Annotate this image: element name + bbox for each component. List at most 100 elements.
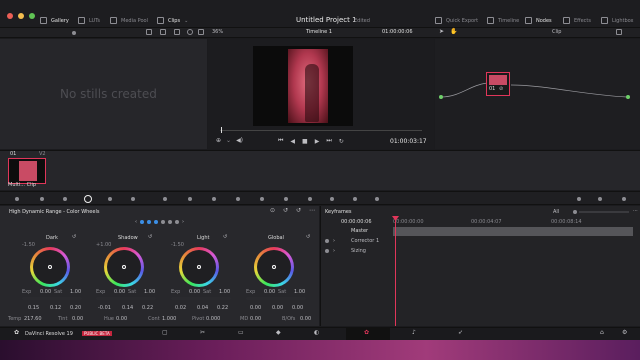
primaries-icon[interactable] <box>63 197 67 201</box>
keyframe-toggle-icon[interactable] <box>325 239 329 243</box>
home-icon[interactable]: ⌂ <box>600 329 604 336</box>
keyframe-row-master[interactable]: Master <box>351 228 368 234</box>
rgb-mixer-icon[interactable] <box>108 197 112 201</box>
sort-icon[interactable] <box>174 29 180 35</box>
wheel-global-reset-icon[interactable]: ↺ <box>306 234 310 240</box>
search-icon[interactable] <box>187 29 193 35</box>
md-value[interactable]: 0.00 <box>250 316 261 322</box>
keyframe-row-corrector-1[interactable]: Corrector 1 <box>351 238 379 244</box>
maximize-window-icon[interactable] <box>29 13 36 19</box>
viewer-mode-icon[interactable] <box>198 29 204 35</box>
lightbox-button[interactable]: Lightbox <box>612 18 634 24</box>
tint-value[interactable]: 0.00 <box>72 316 83 322</box>
playhead-marker[interactable] <box>221 127 222 133</box>
hue-value[interactable]: 0.00 <box>116 316 127 322</box>
wheel-global-val-b[interactable]: 0.00 <box>272 305 283 311</box>
play-icon[interactable]: ▶ <box>315 138 320 145</box>
sizing-icon[interactable] <box>353 197 357 201</box>
reset-icon[interactable]: ↺ <box>283 207 288 214</box>
keyframe-row-sizing[interactable]: Sizing <box>351 248 366 254</box>
speaker-icon[interactable]: ◀) <box>236 137 243 144</box>
chevron-right-icon[interactable]: › <box>182 219 184 225</box>
clip-thumbnail[interactable] <box>8 158 46 184</box>
hand-icon[interactable]: ✋ <box>450 28 457 35</box>
tracker-icon[interactable] <box>260 197 264 201</box>
motion-effects-icon[interactable] <box>131 197 135 201</box>
settings-icon[interactable]: ⚙ <box>622 329 627 336</box>
wheel-dark-val-b[interactable]: 0.12 <box>50 305 61 311</box>
clips-button[interactable]: Clips <box>168 18 180 24</box>
wheel-light-exp[interactable]: 0.00 <box>189 289 200 295</box>
minimize-window-icon[interactable] <box>18 13 25 19</box>
camera-raw-icon[interactable] <box>15 197 19 201</box>
wheel-global-exp[interactable]: 0.00 <box>264 289 275 295</box>
keyframes-playhead[interactable] <box>395 216 396 326</box>
quick-export-button[interactable]: Quick Export <box>446 18 478 24</box>
scopes-icon[interactable] <box>577 197 581 201</box>
wheel-dark-sat[interactable]: 1.00 <box>70 289 81 295</box>
qualifier-icon[interactable] <box>212 197 216 201</box>
wheel-dark-exp-slider[interactable] <box>22 297 82 300</box>
wheel-shadow-reset-icon[interactable]: ↺ <box>148 234 152 240</box>
cont-value[interactable]: 1.000 <box>162 316 176 322</box>
wheel-shadow-val-a[interactable]: -0.01 <box>98 305 111 311</box>
wheel-dark-exp[interactable]: 0.00 <box>40 289 51 295</box>
keyframe-expand-icon[interactable]: › <box>333 238 335 244</box>
effects-button[interactable]: Effects <box>574 18 591 24</box>
deliver-page-icon[interactable]: ➶ <box>458 329 463 336</box>
skip-end-icon[interactable]: ⏭ <box>326 137 331 145</box>
wheel-shadow-val-b[interactable]: 0.14 <box>122 305 133 311</box>
wheel-light-exp-slider[interactable] <box>171 297 231 300</box>
chevron-left-icon[interactable]: ‹ <box>135 219 137 225</box>
edit-page-icon[interactable]: ▭ <box>238 329 244 336</box>
hdr-wheels-icon[interactable] <box>84 195 92 203</box>
scrub-bar[interactable] <box>220 130 422 131</box>
stop-icon[interactable]: ■ <box>302 138 308 145</box>
keyframes-zoom-slider[interactable] <box>579 211 629 213</box>
wheel-global-val-a[interactable]: 0.00 <box>250 305 261 311</box>
node-input[interactable] <box>439 95 443 99</box>
wheel-shadow-sat[interactable]: 1.00 <box>144 289 155 295</box>
curves-icon[interactable] <box>163 197 167 201</box>
grid-view-icon[interactable] <box>146 29 152 35</box>
wheel-light-val-a[interactable]: 0.02 <box>175 305 186 311</box>
media-pool-button[interactable]: Media Pool <box>121 18 148 24</box>
nodes-button[interactable]: Nodes <box>536 18 552 24</box>
chevron-down-icon[interactable]: ⌄ <box>226 137 231 144</box>
pointer-icon[interactable]: ➤ <box>439 28 444 35</box>
media-page-icon[interactable]: ▢ <box>162 329 168 336</box>
more-options-icon[interactable]: ⋯ <box>309 207 315 214</box>
timeline-dropdown[interactable]: Timeline 1 <box>306 29 332 35</box>
fairlight-page-icon[interactable]: ♪ <box>412 329 416 336</box>
reset-all-icon[interactable]: ↺ <box>296 207 301 214</box>
color-warper-icon[interactable] <box>188 197 192 201</box>
color-match-icon[interactable] <box>40 197 44 201</box>
color-page-active[interactable]: ✿ <box>346 328 390 340</box>
wheel-global-sat[interactable]: 1.00 <box>294 289 305 295</box>
gallery-slider-knob[interactable] <box>72 31 76 35</box>
zoom-dropdown[interactable]: 36% <box>212 29 223 35</box>
node-output[interactable] <box>626 95 630 99</box>
3d-icon[interactable] <box>375 197 379 201</box>
wheel-dark-reset-icon[interactable]: ↺ <box>72 234 76 240</box>
key-icon[interactable] <box>330 197 334 201</box>
node-01[interactable]: 01 ⊘ <box>486 72 510 96</box>
wheel-global-val-c[interactable]: 0.00 <box>292 305 303 311</box>
keyframes-options-icon[interactable]: ⋯ <box>633 208 638 214</box>
bofs-value[interactable]: 0.00 <box>300 316 311 322</box>
keyframes-zoom-knob[interactable] <box>573 210 577 214</box>
target-icon[interactable]: ⊕ <box>216 137 221 144</box>
close-window-icon[interactable] <box>7 13 13 19</box>
pivot-value[interactable]: 0.000 <box>206 316 220 322</box>
magic-mask-icon[interactable] <box>284 197 288 201</box>
wheel-dark-val-c[interactable]: 0.20 <box>70 305 81 311</box>
keyframe-expand-icon[interactable]: › <box>333 248 335 254</box>
wheel-global-knob[interactable] <box>272 265 276 269</box>
keyframes-toggle-icon[interactable] <box>622 197 626 201</box>
wheel-dark-knob[interactable] <box>48 265 52 269</box>
keyframes-filter-dropdown[interactable]: All <box>553 209 559 215</box>
target-icon[interactable]: ⊙ <box>270 207 275 214</box>
color-page-icon[interactable]: ◐ <box>314 329 319 336</box>
wheel-global-exp-slider[interactable] <box>246 297 306 300</box>
clip-dropdown[interactable]: Clip <box>552 29 561 35</box>
